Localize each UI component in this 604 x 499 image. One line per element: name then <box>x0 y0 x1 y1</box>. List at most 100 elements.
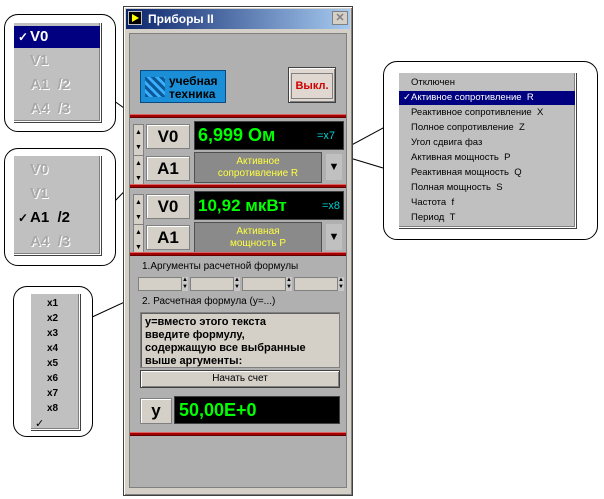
func1-dropdown-icon[interactable]: ▼ <box>326 154 342 180</box>
function-menu-item[interactable]: Частота f <box>399 196 575 210</box>
arg-spinner-3[interactable]: ▲ ▼ <box>286 277 292 291</box>
function-menu-item[interactable]: ✓Активное сопротивление R <box>399 91 575 105</box>
check-icon <box>18 183 30 205</box>
check-icon <box>18 50 30 72</box>
function-menu-item[interactable]: Отключен <box>399 76 575 90</box>
arg-field-3[interactable] <box>242 277 286 291</box>
voltage-menu-label: A1 /2 <box>30 76 71 93</box>
function-menu-label: Частота f <box>411 197 455 208</box>
arg-field-4[interactable] <box>294 277 338 291</box>
formula-line-1: y=вместо этого текста <box>145 316 266 328</box>
volt2-display: 10,92 мкВт =x8 <box>194 191 344 220</box>
voltage-channel-menu: ✓ V0 V1 A1 /2 A4 /3 <box>13 22 101 122</box>
multiplier-menu-item[interactable]: x3 <box>31 327 79 341</box>
func1-spinner[interactable]: ▲ ▼ <box>133 155 144 187</box>
volt2-channel[interactable]: V0 <box>146 194 190 219</box>
title-bar[interactable]: Приборы II ✕ <box>126 9 350 29</box>
function-callout: Отключен ✓Активное сопротивление R Реактив… <box>383 61 598 240</box>
function-menu-item[interactable]: Полная мощность S <box>399 181 575 195</box>
arg-spinner-1[interactable]: ▲ ▼ <box>182 277 188 291</box>
function-menu-label: Реактивное сопротивление X <box>411 107 544 118</box>
volt1-spinner[interactable]: ▲ ▼ <box>133 124 144 156</box>
check-icon: ✓ <box>18 211 29 225</box>
formula-line-2: введите формулу, <box>145 329 245 341</box>
volt1-value: 6,999 Ом <box>198 125 276 145</box>
voltage-menu-item[interactable]: A4 /3 <box>14 98 100 120</box>
multiplier-menu-item[interactable]: x5 <box>31 357 79 371</box>
check-icon <box>18 159 30 181</box>
current-channel-menu: V0 V1 ✓ A1 /2 A4 /3 <box>13 155 101 255</box>
arg-field-2[interactable] <box>190 277 234 291</box>
voltage-channel-callout: ✓ V0 V1 A1 /2 A4 /3 <box>4 14 116 132</box>
multiplier-menu-item[interactable]: x6 <box>31 372 79 386</box>
function-menu-label: Активное сопротивление R <box>411 92 534 103</box>
function-menu-item[interactable]: Период T <box>399 211 575 225</box>
func2-line2: мощность P <box>230 238 286 249</box>
power-off-label: Выкл. <box>291 73 333 99</box>
check-icon: ✓ <box>403 92 411 103</box>
function-menu-item[interactable]: Реактивное сопротивление X <box>399 106 575 120</box>
voltage-menu-label: V0 <box>30 28 49 45</box>
function-menu-item[interactable]: Полное сопротивление Z <box>399 121 575 135</box>
function-menu-label: Полное сопротивление Z <box>411 122 525 133</box>
arg-field-1[interactable] <box>138 277 182 291</box>
separator-3 <box>130 252 346 256</box>
function-menu-item[interactable]: Активная мощность P <box>399 151 575 165</box>
window-title: Приборы II <box>148 12 214 26</box>
voltage-menu-item[interactable]: A1 /2 <box>14 74 100 96</box>
arg-spinner-2[interactable]: ▲ ▼ <box>234 277 240 291</box>
volt2-multiplier[interactable]: =x8 <box>322 193 340 220</box>
formula-textarea[interactable]: y=вместо этого текста введите формулу, с… <box>140 312 340 368</box>
multiplier-callout: x1 x2 x3 x4 x5 x6 x7 x8 ✓ <box>13 286 93 437</box>
func2-channel[interactable]: A1 <box>146 225 190 250</box>
power-off-button[interactable]: Выкл. <box>288 67 336 103</box>
func1-combo[interactable]: Активное сопротивление R <box>194 152 322 183</box>
arg-spinner-4[interactable]: ▲ ▼ <box>338 277 344 291</box>
function-menu-item[interactable]: Угол сдвига фаз <box>399 136 575 150</box>
close-icon[interactable]: ✕ <box>332 11 348 25</box>
current-menu-item[interactable]: A4 /3 <box>14 231 100 253</box>
check-icon <box>18 74 30 96</box>
voltage-menu-label: V1 <box>30 52 49 69</box>
args-title: 1.Аргументы расчетной формулы <box>142 261 299 272</box>
current-menu-item[interactable]: ✓ A1 /2 <box>14 207 100 229</box>
multiplier-menu-item[interactable]: x8 <box>31 402 79 416</box>
separator-4 <box>130 432 346 436</box>
logo-line1: учебная <box>169 74 218 88</box>
instruments-window: Приборы II ✕ учебная техника Выкл. ▲ ▼ V0… <box>123 6 353 496</box>
app-icon <box>128 11 142 25</box>
multiplier-menu-item[interactable]: x2 <box>31 312 79 326</box>
logo-line2: техника <box>169 87 216 101</box>
multiplier-menu-item[interactable]: x7 <box>31 387 79 401</box>
volt1-channel[interactable]: V0 <box>146 124 190 149</box>
check-icon <box>18 98 30 120</box>
current-menu-item[interactable]: V1 <box>14 183 100 205</box>
result-display: 50,00E+0 <box>174 396 340 424</box>
multiplier-menu-item[interactable]: x1 <box>31 297 79 311</box>
current-channel-callout: V0 V1 ✓ A1 /2 A4 /3 <box>4 148 116 266</box>
function-menu-label: Полная мощность S <box>411 182 503 193</box>
current-menu-label: V1 <box>30 185 49 202</box>
func1-channel[interactable]: A1 <box>146 156 190 181</box>
voltage-menu-item[interactable]: V1 <box>14 50 100 72</box>
voltage-menu-item[interactable]: ✓ V0 <box>14 26 100 48</box>
function-menu-label: Угол сдвига фаз <box>411 137 483 148</box>
window-body: учебная техника Выкл. ▲ ▼ V0 6,999 Ом =x7… <box>129 33 347 488</box>
current-menu-item[interactable]: V0 <box>14 159 100 181</box>
func2-dropdown-icon[interactable]: ▼ <box>326 224 342 250</box>
current-menu-label: A1 /2 <box>30 209 71 226</box>
formula-title: 2. Расчетная формула (y=...) <box>142 296 276 307</box>
check-icon: ✓ <box>35 418 45 430</box>
separator-2 <box>130 184 346 188</box>
func1-line2: сопротивление R <box>217 168 299 179</box>
volt2-spinner[interactable]: ▲ ▼ <box>133 194 144 226</box>
function-menu-label: Реактивная мощность Q <box>411 167 522 178</box>
multiplier-menu-item[interactable]: x4 <box>31 342 79 356</box>
volt1-multiplier[interactable]: =x7 <box>317 123 335 150</box>
volt1-display: 6,999 Ом =x7 <box>194 121 344 150</box>
function-menu-item[interactable]: Реактивная мощность Q <box>399 166 575 180</box>
separator-1 <box>130 114 346 118</box>
logo: учебная техника <box>140 70 226 103</box>
func2-combo[interactable]: Активная мощность P <box>194 222 322 253</box>
start-button[interactable]: Начать счет <box>140 370 340 388</box>
